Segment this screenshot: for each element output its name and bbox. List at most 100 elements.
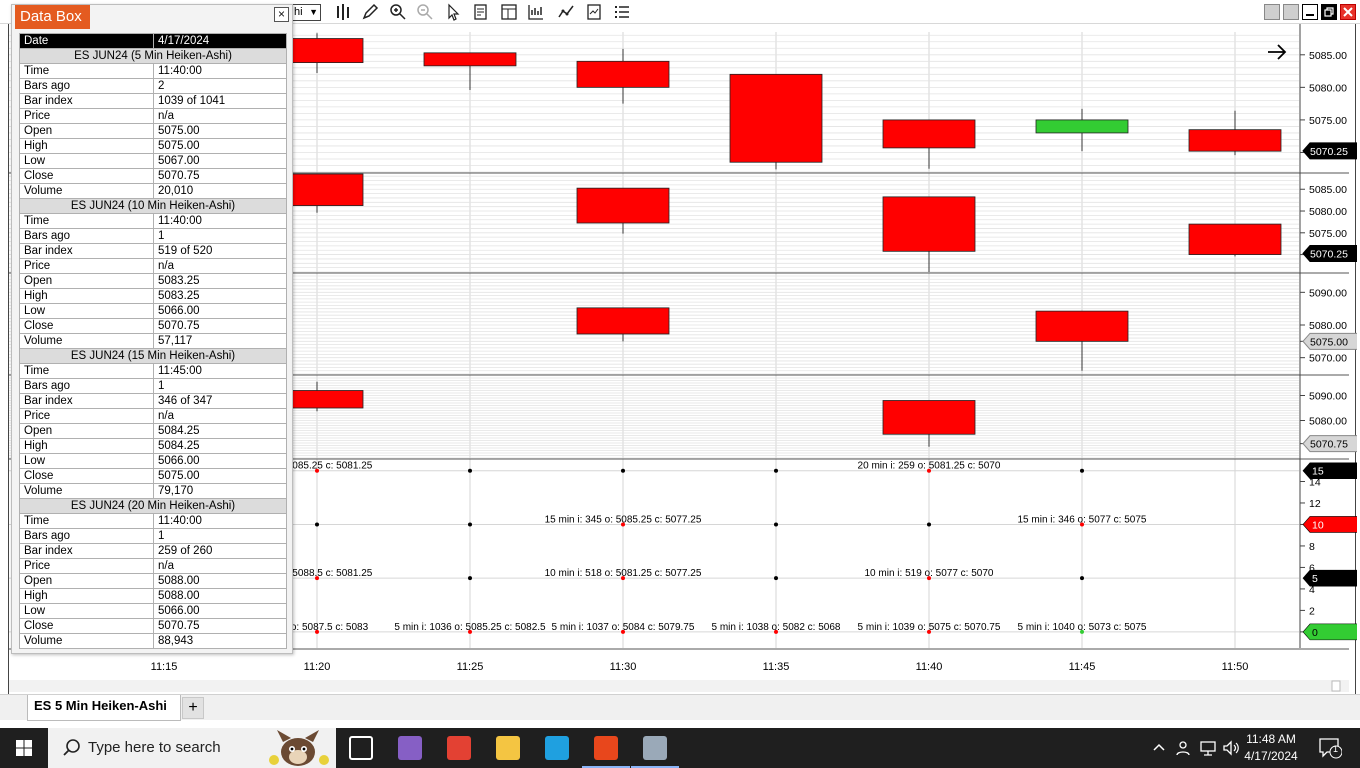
candle-body[interactable] [1035,310,1129,342]
data-box-title[interactable]: Data Box [15,5,90,29]
close-icon[interactable] [1340,4,1356,20]
horizontal-scrollbar[interactable] [9,680,1349,692]
row-value: 5088.00 [153,573,287,589]
data-box-row: Close 5070.75 [19,168,287,184]
templates-icon[interactable] [500,3,518,21]
arrow-right-icon[interactable] [1268,44,1287,60]
x-tick-label: 11:35 [763,661,790,673]
data-box-row: Price n/a [19,108,287,124]
search-placeholder: Type here to search [88,739,221,756]
data-box-row: Open 5075.00 [19,123,287,139]
x-tick-label: 11:50 [1222,661,1249,673]
data-box-icon[interactable] [585,3,603,21]
candle-body[interactable] [576,187,670,224]
row-value: 5070.75 [153,618,287,634]
bar-chart-icon[interactable] [334,3,352,21]
edge-icon[interactable] [545,736,569,760]
ninjatrader-icon[interactable] [582,736,630,768]
candle-body[interactable] [1188,129,1282,152]
start-button[interactable] [0,728,48,768]
zoom-in-icon[interactable] [389,3,407,21]
notification-count: 1 [1333,744,1339,754]
y-tick-label: 2 [1309,605,1315,617]
row-label: Bars ago [19,528,154,544]
tab-bar: ES 5 Min Heiken-Ashi + [0,694,1360,721]
indicator-label: 5 min i: 1040 o: 5073 c: 5075 [1018,622,1147,633]
candle-body[interactable] [882,400,976,435]
data-box-row: Price n/a [19,258,287,274]
data-box-window[interactable]: Data Box × Date 4/17/2024 ES JUN24 (5 Min … [11,4,293,654]
indicator-dot [621,468,625,473]
data-box-row: Volume 20,010 [19,183,287,199]
windows-icon [16,740,32,756]
notification-icon[interactable]: 1 [1318,737,1343,762]
row-label: Volume [19,633,154,649]
row-label: Low [19,603,154,619]
maximize-icon[interactable] [1321,4,1337,20]
tab-es-5-min-heiken-ashi[interactable]: ES 5 Min Heiken-Ashi [27,695,181,721]
candle-body[interactable] [576,60,670,88]
candle-body[interactable] [423,52,517,67]
candle-body[interactable] [576,307,670,335]
row-label: High [19,438,154,454]
task-view-icon[interactable] [349,736,373,760]
indicator-dot [468,468,472,473]
candle-body[interactable] [1035,119,1129,134]
restore-icon[interactable] [1264,4,1280,20]
indicator-label: 10 min i: 519 o: 5077 c: 5070 [865,568,994,579]
taskbar-search[interactable]: Type here to search [48,728,336,768]
row-label: Bars ago [19,78,154,94]
minimize-icon[interactable] [1302,4,1318,20]
indicator-dot [315,522,319,527]
row-label: Time [19,363,154,379]
close-icon[interactable]: × [274,7,289,22]
row-label: Low [19,153,154,169]
indicator-label: 20 min i: 259 o: 5081.25 c: 5070 [858,461,1001,472]
row-value: n/a [153,258,287,274]
clock-date: 4/17/2024 [1244,749,1298,763]
chevron-up-icon[interactable] [1152,739,1166,758]
file-explorer-icon[interactable] [496,736,520,760]
add-tab-button[interactable]: + [182,697,204,719]
list-icon[interactable] [613,3,631,21]
chrome-icon[interactable] [447,736,471,760]
candle-body[interactable] [882,196,976,252]
properties-icon[interactable] [472,3,490,21]
row-label: Low [19,303,154,319]
taskbar-clock[interactable]: 11:48 AM 4/17/2024 [1232,731,1310,765]
row-value: 5067.00 [153,153,287,169]
row-label: Time [19,513,154,529]
row-label: Volume [19,483,154,499]
row-value: 11:40:00 [153,213,287,229]
network-icon[interactable] [1199,739,1217,760]
candle-body[interactable] [1188,223,1282,255]
visual-studio-icon[interactable] [398,736,422,760]
people-icon[interactable] [1175,739,1191,760]
data-box-row: Low 5066.00 [19,303,287,319]
scrollbar-thumb[interactable] [1331,680,1341,692]
data-box-row: Time 11:40:00 [19,63,287,79]
candle-body[interactable] [729,73,823,163]
indicator-label: 5 min i: 1039 o: 5075 c: 5070.75 [858,622,1001,633]
candle-body[interactable] [882,119,976,149]
restore-icon[interactable] [1283,4,1299,20]
bar-type-select[interactable]: hi ▼ [291,4,321,21]
clock-time: 11:48 AM [1246,732,1296,746]
data-box-row: Low 5066.00 [19,453,287,469]
row-value: 5075.00 [153,123,287,139]
pointer-icon[interactable] [444,3,462,21]
pencil-icon[interactable] [361,3,379,21]
data-box-row: Close 5070.75 [19,618,287,634]
zoom-out-icon[interactable] [416,3,434,21]
control-panel-icon[interactable] [631,736,679,768]
row-value: 519 of 520 [153,243,287,259]
data-box-row: Open 5084.25 [19,423,287,439]
row-value: 5075.00 [153,468,287,484]
strategy-icon[interactable] [527,3,545,21]
row-label: Bar index [19,393,154,409]
row-value: n/a [153,558,287,574]
indicator-icon[interactable] [557,3,575,21]
y-tick-label: 5080.00 [1309,416,1347,428]
row-value: 79,170 [153,483,287,499]
row-value: 5084.25 [153,438,287,454]
